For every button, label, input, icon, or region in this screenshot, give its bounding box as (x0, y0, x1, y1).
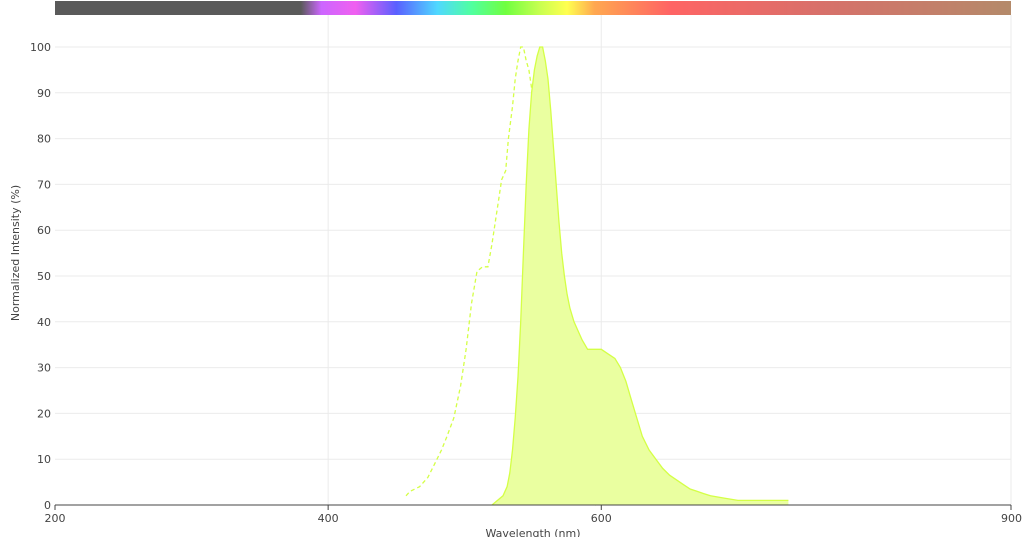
spectrum-bar (55, 1, 1011, 15)
y-tick-label: 60 (37, 224, 51, 237)
y-tick-label: 0 (44, 499, 51, 512)
x-tick-label: 900 (1001, 512, 1022, 525)
y-tick-label: 20 (37, 407, 51, 420)
x-axis-title: Wavelength (nm) (485, 527, 580, 537)
chart-canvas: 0 10 20 30 40 50 60 70 80 90 100 200 400 600 900 Wavel… (9, 1, 1022, 540)
y-tick-label: 70 (37, 178, 51, 191)
spectrum-chart: 0 10 20 30 40 50 60 70 80 90 100 200 400 600 900 Wavel… (0, 0, 1024, 540)
y-tick-label: 40 (37, 316, 51, 329)
x-tick-label: 200 (45, 512, 66, 525)
y-tick-label: 100 (30, 41, 51, 54)
y-tick-label: 80 (37, 133, 51, 146)
y-axis-title: Normalized Intensity (%) (9, 185, 22, 321)
y-tick-label: 50 (37, 270, 51, 283)
y-tick-label: 30 (37, 362, 51, 375)
x-tick-label: 400 (318, 512, 339, 525)
y-tick-label: 10 (37, 453, 51, 466)
x-tick-label: 600 (591, 512, 612, 525)
y-tick-label: 90 (37, 87, 51, 100)
